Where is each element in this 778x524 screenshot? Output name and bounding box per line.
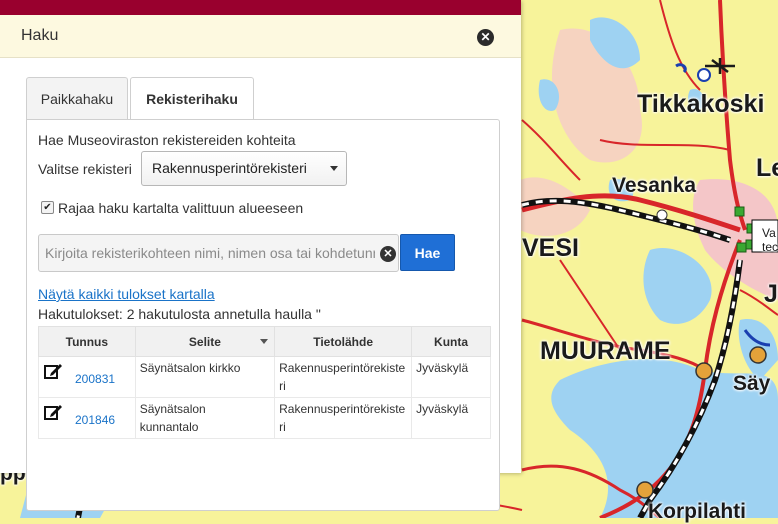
register-select[interactable]: Rakennusperintörekisteri bbox=[141, 151, 347, 186]
cell-tietolahde: Rakennusperintörekiste ri bbox=[274, 356, 413, 398]
search-field: ✕ bbox=[38, 234, 399, 272]
intro-text: Hae Museoviraston rekistereiden kohteita bbox=[38, 132, 296, 148]
map-label-muurame: MUURAME bbox=[540, 337, 671, 365]
cell-kunta: Jyväskylä bbox=[411, 397, 491, 439]
search-panel: Haku ✕ Paikkahaku Rekisterihaku Hae Muse… bbox=[0, 0, 521, 511]
panel-body: Paikkahaku Rekisterihaku Hae Museovirast… bbox=[0, 58, 521, 511]
edit-icon[interactable] bbox=[43, 402, 63, 422]
map-label-vesi: VESI bbox=[522, 234, 579, 262]
cell-selite: Säynätsalon kunnantalo bbox=[134, 397, 276, 439]
column-header-kunta[interactable]: Kunta bbox=[411, 326, 491, 357]
map-label-korpilahti: Korpilahti bbox=[648, 500, 746, 523]
cell-kunta: Jyväskylä bbox=[411, 356, 491, 398]
table-row: 201846 Säynätsalon kunnantalo Rakennusper… bbox=[38, 397, 491, 439]
result-id-link[interactable]: 201846 bbox=[75, 411, 115, 429]
select-register-label: Valitse rekisteri bbox=[38, 161, 132, 177]
column-header-selite[interactable]: Selite bbox=[134, 326, 276, 357]
cell-tietolahde: Rakennusperintörekiste ri bbox=[274, 397, 413, 439]
cell-tunnus: 201846 bbox=[38, 397, 136, 439]
table-header-row: Tunnus Selite Tietolähde Kunta bbox=[38, 326, 491, 357]
search-button[interactable]: Hae bbox=[400, 234, 455, 271]
map-label-say: Säy bbox=[733, 372, 771, 395]
map-label-vesanka: Vesanka bbox=[612, 174, 697, 197]
map-label-va: Va bbox=[762, 226, 776, 240]
tab-rekisterihaku[interactable]: Rekisterihaku bbox=[130, 77, 254, 120]
map-label-tec: tec bbox=[762, 240, 778, 254]
tab-paikkahaku[interactable]: Paikkahaku bbox=[26, 77, 128, 119]
edit-icon[interactable] bbox=[43, 361, 63, 381]
results-table: Tunnus Selite Tietolähde Kunta 200831 Sä bbox=[38, 326, 491, 439]
map-label-j: J bbox=[764, 280, 778, 308]
result-id-link[interactable]: 200831 bbox=[75, 370, 115, 388]
close-icon[interactable]: ✕ bbox=[477, 29, 494, 46]
register-select-value: Rakennusperintörekisteri bbox=[152, 160, 307, 176]
limit-to-map-label: Rajaa haku kartalta valittuun alueeseen bbox=[58, 200, 304, 216]
map-label-tikkakoski: Tikkakoski bbox=[637, 90, 765, 118]
map-label-le: Le bbox=[756, 154, 778, 182]
show-all-results-link[interactable]: Näytä kaikki tulokset kartalla bbox=[38, 286, 215, 302]
panel-top-bar bbox=[0, 0, 521, 15]
column-header-tietolahde[interactable]: Tietolähde bbox=[274, 326, 413, 357]
results-summary: Hakutulokset: 2 hakutulosta annetulla ha… bbox=[38, 306, 321, 322]
sort-arrow-icon bbox=[260, 339, 269, 344]
panel-header: Haku bbox=[0, 15, 521, 58]
register-search-form: Hae Museoviraston rekistereiden kohteita… bbox=[26, 119, 500, 511]
table-row: 200831 Säynätsalon kirkko Rakennusperint… bbox=[38, 356, 491, 398]
column-header-tunnus[interactable]: Tunnus bbox=[38, 326, 136, 357]
search-input[interactable] bbox=[39, 235, 375, 271]
limit-to-map-checkbox[interactable]: ✔ bbox=[41, 201, 54, 214]
clear-icon[interactable]: ✕ bbox=[380, 246, 396, 262]
panel-title: Haku bbox=[21, 27, 59, 44]
cell-tunnus: 200831 bbox=[38, 356, 136, 398]
chevron-down-icon bbox=[330, 166, 338, 171]
cell-selite: Säynätsalon kirkko bbox=[134, 356, 276, 398]
